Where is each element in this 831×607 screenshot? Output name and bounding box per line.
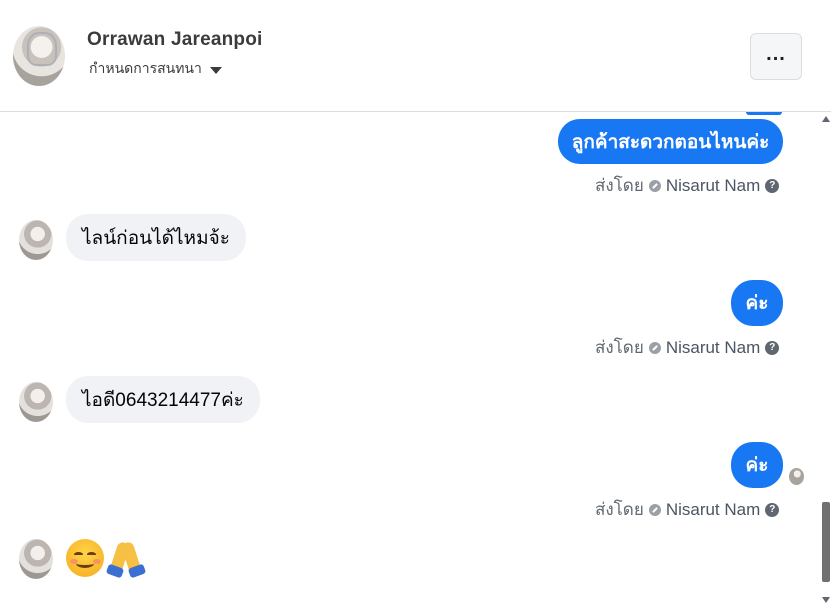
contact-avatar[interactable] (19, 220, 53, 260)
assign-conversation-dropdown[interactable]: กำหนดการสนทนา (89, 58, 222, 80)
sent-by-prefix: ส่งโดย (595, 338, 644, 357)
contact-name[interactable]: Orrawan Jareanpoi (87, 29, 263, 51)
help-icon[interactable]: ? (765, 502, 780, 517)
incoming-message[interactable]: ไลน์ก่อนได้ไหมจ้ะ (66, 214, 246, 261)
message-text: ค่ะ (745, 293, 769, 314)
outgoing-message[interactable]: ค่ะ (731, 442, 783, 488)
sent-by-agent: Nisarut Nam (665, 499, 761, 519)
message-text: ไอดี0643214477ค่ะ (82, 389, 244, 411)
message-text: ไลน์ก่อนได้ไหมจ้ะ (82, 227, 230, 249)
help-icon[interactable]: ? (765, 178, 780, 193)
scrollbar-thumb[interactable] (822, 502, 830, 582)
sent-by-prefix: ส่งโดย (595, 500, 644, 519)
more-options-button[interactable]: ... (750, 33, 802, 80)
contact-avatar[interactable] (19, 539, 53, 579)
sent-by-info: ส่งโดย Nisarut Nam ? (595, 172, 780, 199)
message-text: ค่ะ (745, 455, 769, 476)
sent-by-agent: Nisarut Nam (665, 175, 761, 195)
sent-by-prefix: ส่งโดย (595, 176, 644, 195)
conversation-header: Orrawan Jareanpoi กำหนดการสนทนา ... (0, 0, 831, 112)
check-icon (648, 179, 661, 192)
help-icon[interactable]: ? (765, 340, 780, 355)
incoming-emoji-message[interactable] (66, 538, 147, 579)
assign-conversation-label: กำหนดการสนทนา (89, 60, 202, 76)
previous-message-edge (746, 112, 782, 115)
smiling-face-emoji-icon (66, 539, 104, 577)
thread-scrollbar[interactable] (821, 112, 831, 607)
message-thread[interactable]: ลูกค้าสะดวกตอนไหนค่ะ ส่งโดย Nisarut Nam … (0, 112, 831, 607)
seen-avatar (789, 468, 804, 485)
folded-hands-emoji-icon (105, 538, 147, 579)
outgoing-message[interactable]: ค่ะ (731, 280, 783, 326)
contact-avatar[interactable] (19, 382, 53, 422)
scroll-up-icon[interactable] (822, 116, 830, 122)
check-icon (648, 341, 661, 354)
message-text: ลูกค้าสะดวกตอนไหนค่ะ (571, 131, 770, 153)
outgoing-message[interactable]: ลูกค้าสะดวกตอนไหนค่ะ (558, 119, 783, 164)
sent-by-agent: Nisarut Nam (665, 337, 761, 357)
sent-by-info: ส่งโดย Nisarut Nam ? (595, 334, 780, 361)
more-icon: ... (766, 42, 786, 65)
scroll-down-icon[interactable] (822, 597, 830, 603)
caret-down-icon (209, 67, 222, 74)
contact-avatar[interactable] (13, 26, 65, 86)
sent-by-info: ส่งโดย Nisarut Nam ? (595, 496, 780, 523)
incoming-message[interactable]: ไอดี0643214477ค่ะ (66, 376, 260, 423)
check-icon (648, 503, 661, 516)
